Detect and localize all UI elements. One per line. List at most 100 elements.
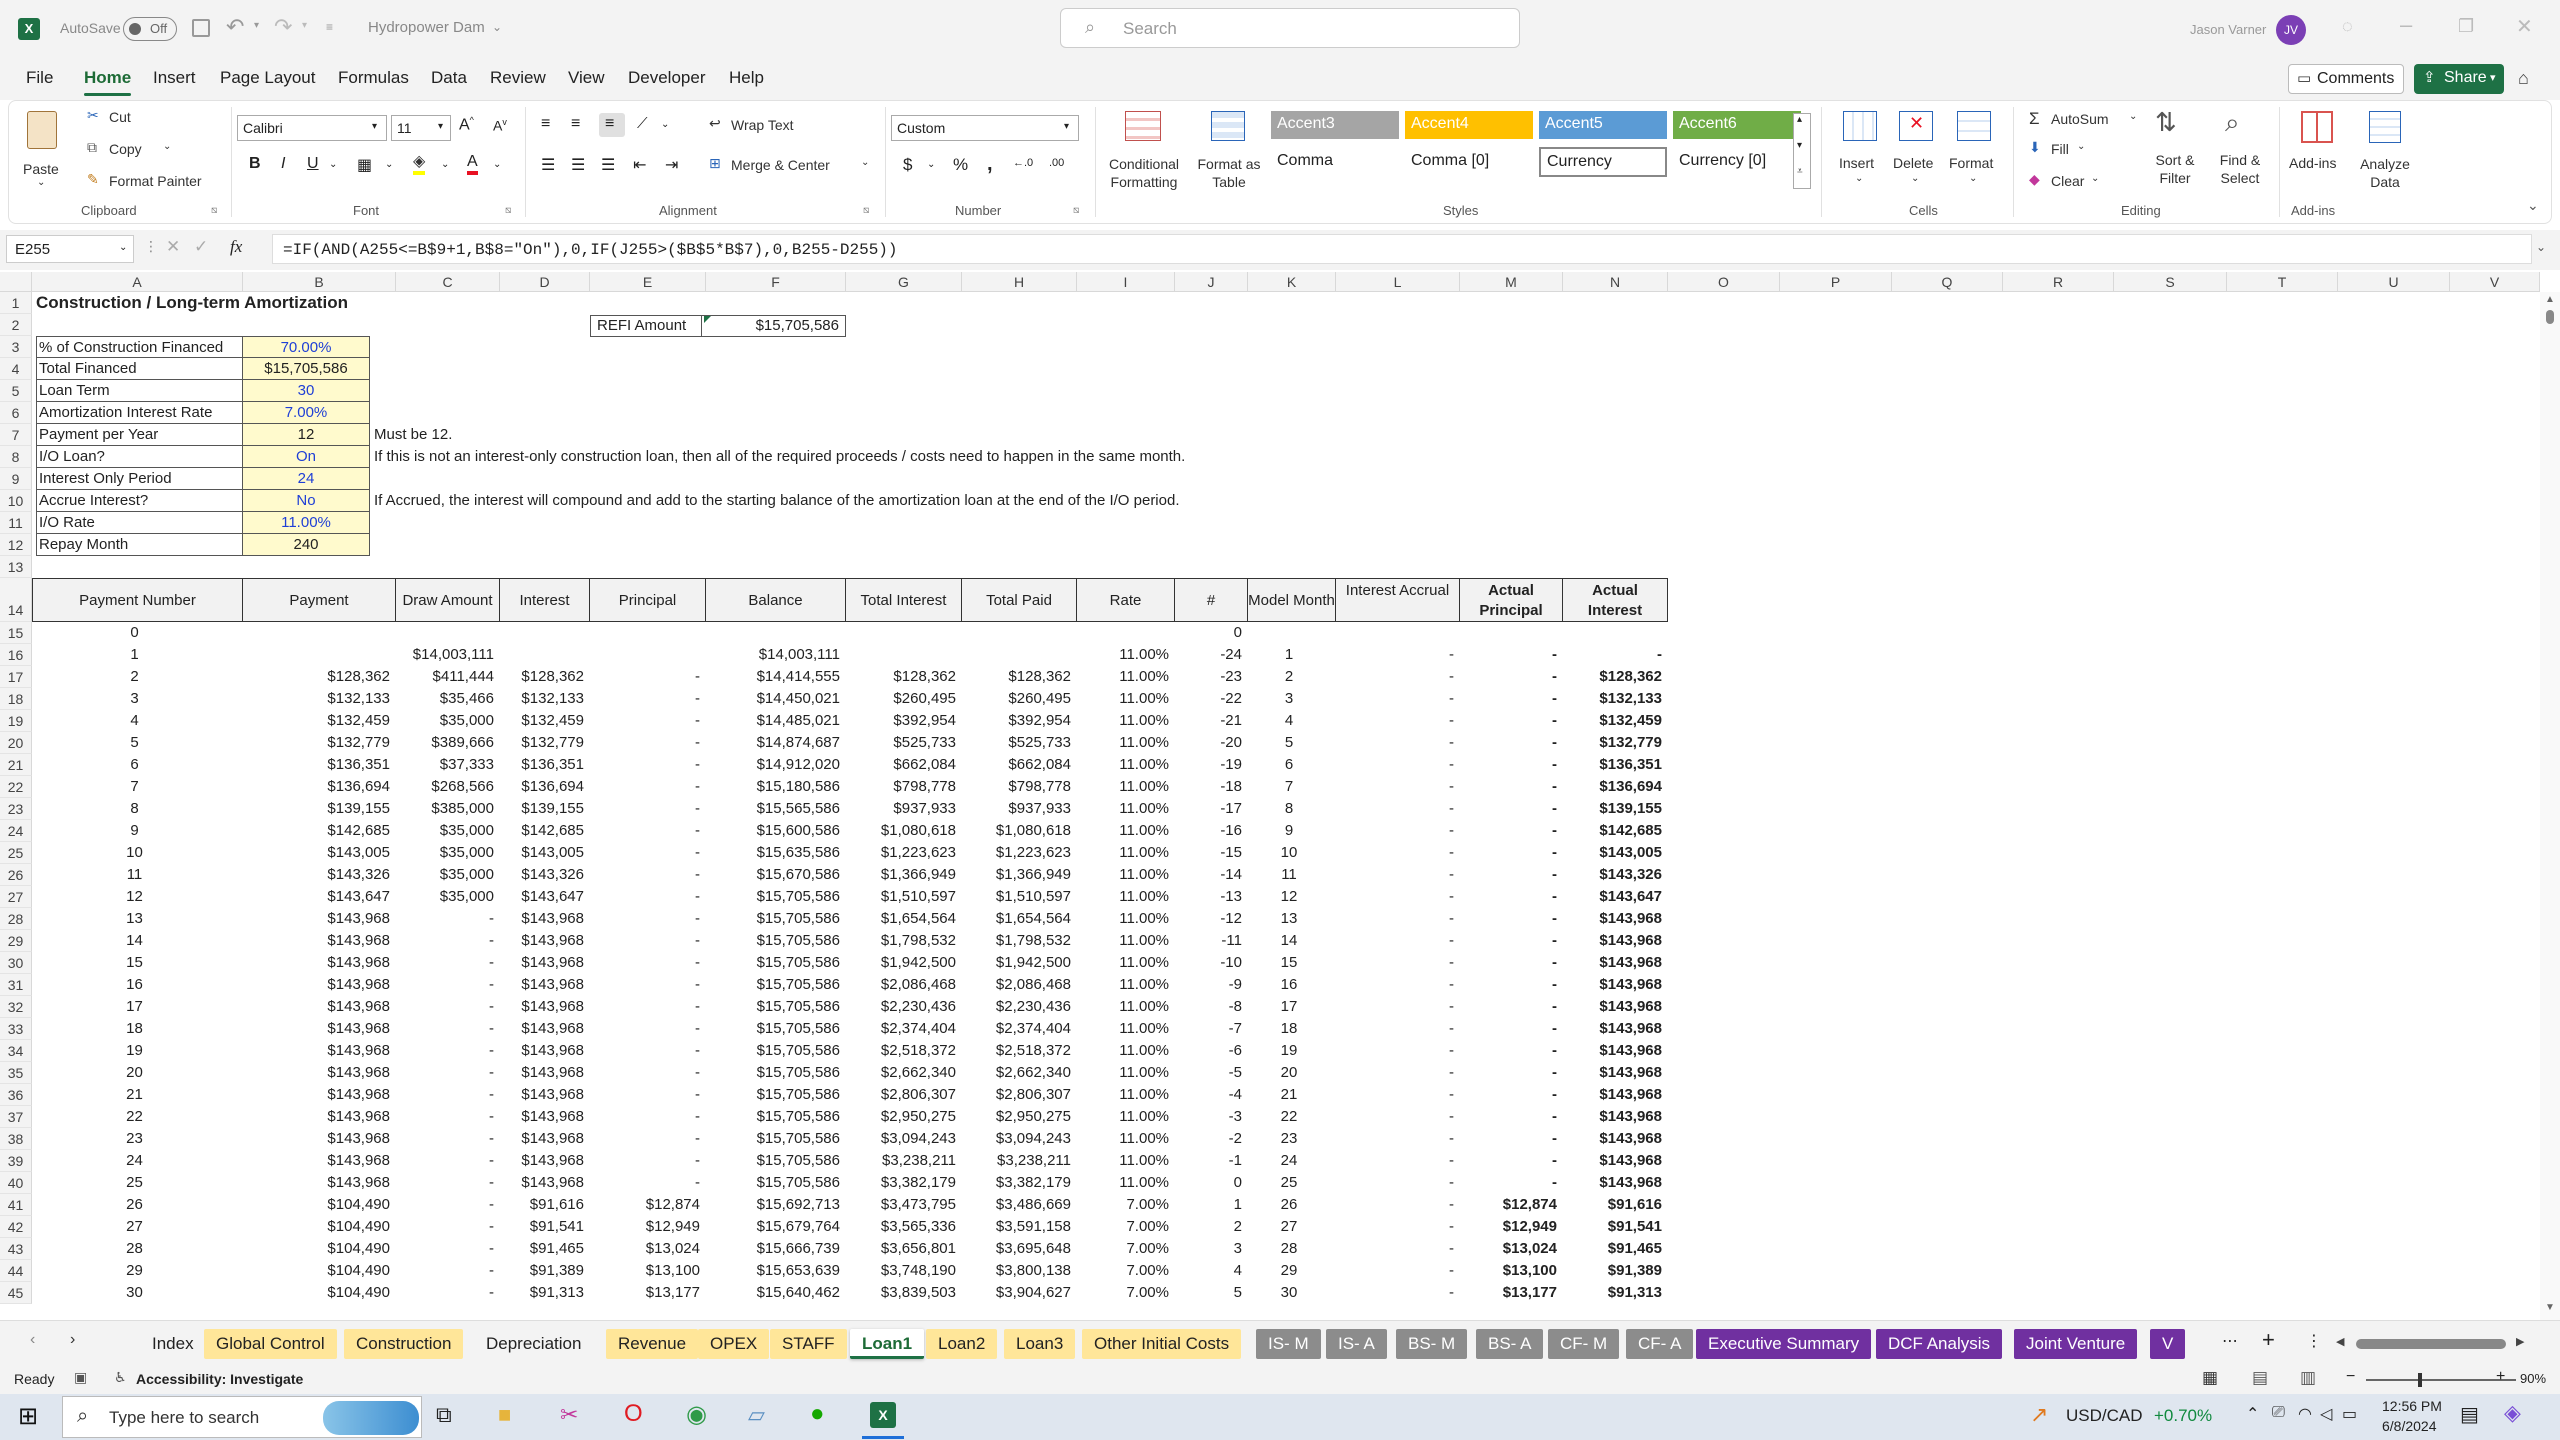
table-cell[interactable]: $143,005 (1563, 842, 1668, 864)
table-cell[interactable]: 1 (32, 644, 243, 666)
table-cell[interactable]: - (590, 732, 706, 754)
table-cell[interactable]: $143,968 (500, 930, 590, 952)
table-cell[interactable]: $1,223,623 (962, 842, 1077, 864)
table-cell[interactable]: - (1460, 1128, 1563, 1150)
table-cell[interactable]: $143,968 (243, 1106, 396, 1128)
borders-chevron-icon[interactable]: ⌄ (385, 159, 393, 170)
excel-taskbar-icon[interactable]: X (870, 1402, 896, 1428)
table-cell[interactable]: $132,133 (243, 688, 396, 710)
row-header[interactable]: 17 (0, 666, 32, 688)
table-cell[interactable]: 7.00% (1077, 1260, 1175, 1282)
table-header[interactable]: Payment (243, 578, 396, 622)
increase-font-icon[interactable]: A^ (459, 115, 474, 134)
align-bottom-button[interactable]: ≡ (599, 113, 625, 137)
table-cell[interactable]: $1,366,949 (962, 864, 1077, 886)
align-top-icon[interactable]: ≡ (541, 115, 550, 133)
table-cell[interactable]: - (1460, 1018, 1563, 1040)
table-cell[interactable]: - (396, 1216, 500, 1238)
table-cell[interactable]: - (590, 776, 706, 798)
file-name[interactable]: Hydropower Dam (368, 19, 485, 36)
table-cell[interactable]: - (1336, 1282, 1460, 1304)
sheet-tab-loan3[interactable]: Loan3 (1004, 1329, 1076, 1359)
table-cell[interactable]: 11.00% (1077, 688, 1175, 710)
table-cell[interactable]: $143,968 (243, 952, 396, 974)
file-explorer-icon[interactable]: ■ (498, 1402, 511, 1428)
table-cell[interactable]: $12,874 (590, 1194, 706, 1216)
restore-icon[interactable]: ❐ (2458, 16, 2474, 37)
column-header-u[interactable]: U (2338, 272, 2450, 292)
table-cell[interactable]: $143,326 (1563, 864, 1668, 886)
sheet-tab-staff[interactable]: STAFF (770, 1329, 847, 1359)
column-header-q[interactable]: Q (1892, 272, 2003, 292)
sheet-tab-depreciation[interactable]: Depreciation (474, 1329, 594, 1359)
sheet-tab-index[interactable]: Index (140, 1329, 206, 1359)
table-cell[interactable]: - (1336, 952, 1460, 974)
table-cell[interactable]: 12 (32, 886, 243, 908)
table-cell[interactable]: - (396, 1172, 500, 1194)
fill-color-icon[interactable]: ◈ (413, 153, 426, 175)
table-cell[interactable]: 11.00% (1077, 776, 1175, 798)
table-cell[interactable]: $104,490 (243, 1194, 396, 1216)
table-cell[interactable]: $132,459 (243, 710, 396, 732)
table-cell[interactable]: - (1460, 908, 1563, 930)
formula-input[interactable]: =IF(AND(A255<=B$9+1,B$8="On"),0,IF(J255>… (272, 234, 2532, 264)
table-cell[interactable]: 0 (1175, 622, 1248, 644)
column-header-v[interactable]: V (2450, 272, 2540, 292)
row-header[interactable]: 37 (0, 1106, 32, 1128)
column-header-b[interactable]: B (243, 272, 396, 292)
autosave-toggle[interactable]: Off (123, 17, 177, 41)
table-cell[interactable]: $143,647 (500, 886, 590, 908)
table-cell[interactable]: $136,351 (500, 754, 590, 776)
table-cell[interactable]: 11.00% (1077, 930, 1175, 952)
show-hidden-icons-icon[interactable]: ⌃ (2246, 1404, 2259, 1424)
chrome-icon[interactable]: ◉ (686, 1400, 707, 1429)
table-cell[interactable]: 17 (1248, 996, 1336, 1018)
table-cell[interactable]: - (1460, 644, 1563, 666)
table-cell[interactable]: $1,510,597 (846, 886, 962, 908)
table-cell[interactable]: - (396, 1106, 500, 1128)
table-cell[interactable]: - (1460, 1150, 1563, 1172)
menu-page-layout[interactable]: Page Layout (220, 68, 315, 88)
table-header[interactable]: Total Paid (962, 578, 1077, 622)
table-cell[interactable]: - (1460, 776, 1563, 798)
table-cell[interactable]: - (396, 974, 500, 996)
input-label[interactable]: Interest Only Period (36, 468, 243, 490)
paste-button[interactable]: Paste ⌄ (21, 107, 67, 188)
accessibility-icon[interactable]: ♿ (114, 1369, 127, 1386)
table-cell[interactable]: -14 (1175, 864, 1248, 886)
table-cell[interactable]: - (590, 1106, 706, 1128)
table-cell[interactable]: $937,933 (846, 798, 962, 820)
table-cell[interactable]: $3,748,190 (846, 1260, 962, 1282)
table-cell[interactable]: $3,094,243 (962, 1128, 1077, 1150)
table-cell[interactable]: $2,230,436 (962, 996, 1077, 1018)
table-cell[interactable]: $128,362 (846, 666, 962, 688)
table-cell[interactable]: - (590, 864, 706, 886)
table-cell[interactable]: -24 (1175, 644, 1248, 666)
table-cell[interactable]: - (396, 1018, 500, 1040)
wifi-icon[interactable]: ◠ (2298, 1404, 2312, 1424)
input-value[interactable]: 24 (243, 468, 370, 490)
delete-cells-button[interactable]: ✕ Delete ⌄ (1889, 107, 1945, 197)
italic-icon[interactable]: I (281, 155, 285, 173)
sheet-tab-cf-m[interactable]: CF- M (1548, 1329, 1620, 1359)
increase-indent-icon[interactable]: ⇥ (665, 155, 678, 175)
row-header[interactable]: 9 (0, 468, 32, 490)
table-cell[interactable]: $91,313 (500, 1282, 590, 1304)
collapse-ribbon-icon[interactable]: ⌄ (2527, 197, 2539, 214)
sheet-tab-opex[interactable]: OPEX (698, 1329, 770, 1359)
table-cell[interactable]: $143,005 (500, 842, 590, 864)
table-cell[interactable]: $143,005 (243, 842, 396, 864)
table-cell[interactable]: 11.00% (1077, 1106, 1175, 1128)
table-cell[interactable]: $13,100 (1460, 1260, 1563, 1282)
input-label[interactable]: % of Construction Financed (36, 336, 243, 358)
table-cell[interactable]: - (396, 1084, 500, 1106)
sheet-tab-revenue[interactable]: Revenue (606, 1329, 699, 1359)
row-header[interactable]: 45 (0, 1282, 32, 1304)
table-cell[interactable]: $15,705,586 (706, 952, 846, 974)
table-cell[interactable]: $2,086,468 (962, 974, 1077, 996)
column-header-l[interactable]: L (1336, 272, 1460, 292)
menu-view[interactable]: View (568, 68, 605, 88)
table-cell[interactable]: 5 (1248, 732, 1336, 754)
table-cell[interactable]: -2 (1175, 1128, 1248, 1150)
table-cell[interactable]: $143,968 (1563, 952, 1668, 974)
